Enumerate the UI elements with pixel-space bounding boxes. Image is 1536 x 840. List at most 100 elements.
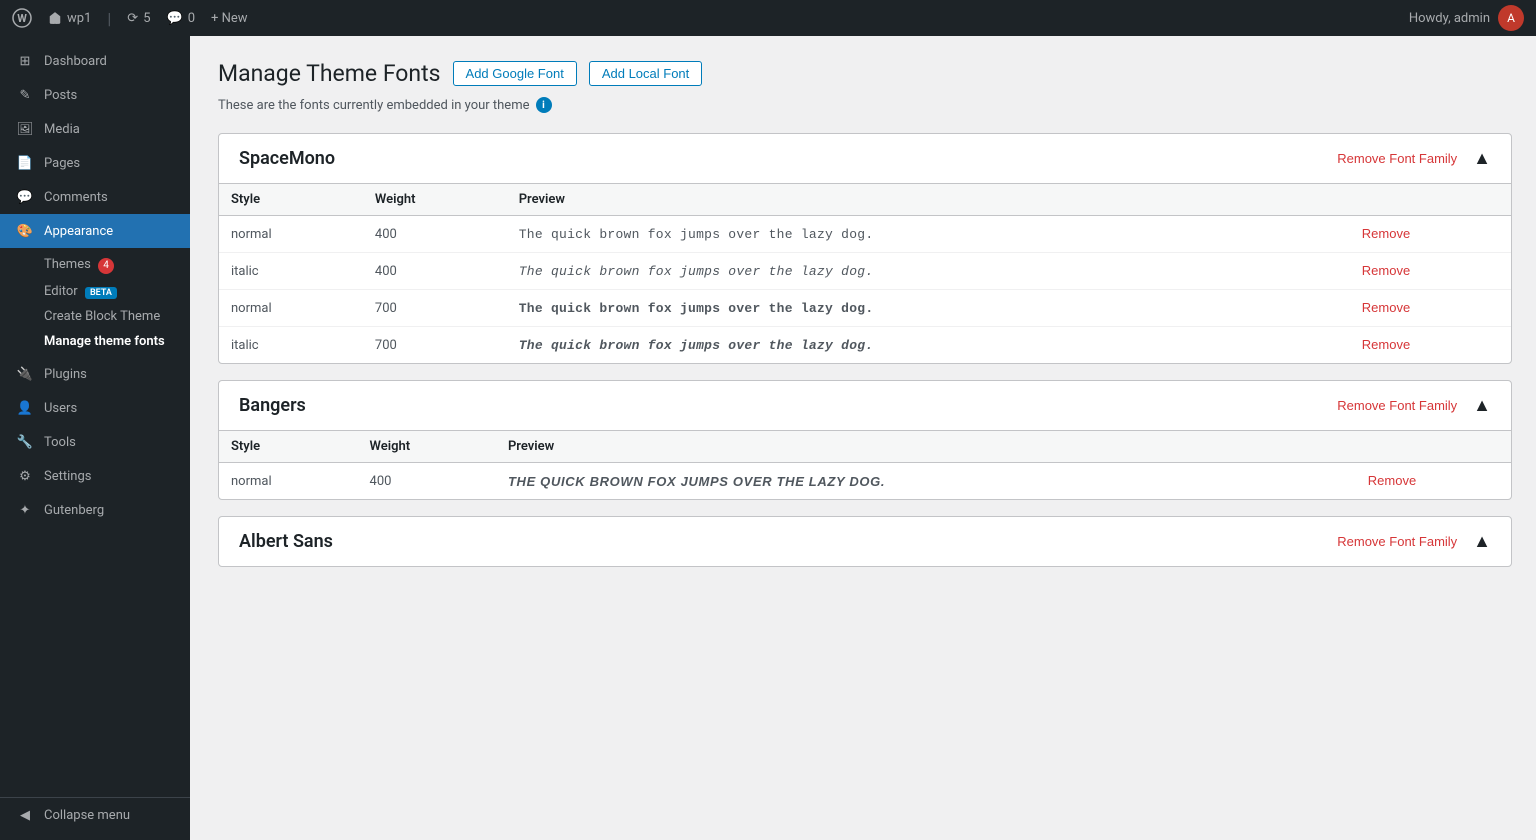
sidebar-item-manage-theme-fonts[interactable]: Manage theme fonts [0,329,190,354]
preview-cell: The quick brown fox jumps over the lazy … [507,290,1350,327]
weight-cell: 400 [358,463,496,500]
sidebar-item-gutenberg[interactable]: ✦ Gutenberg [0,494,190,528]
table-row: normal 700 The quick brown fox jumps ove… [219,290,1511,327]
sidebar-item-create-block-theme[interactable]: Create Block Theme [0,304,190,329]
sidebar-item-posts[interactable]: ✎ Posts [0,78,190,112]
style-cell: normal [219,290,363,327]
gutenberg-icon: ✦ [16,502,34,520]
tools-icon: 🔧 [16,434,34,452]
sidebar-item-users[interactable]: 👤 Users [0,392,190,426]
table-row: italic 400 The quick brown fox jumps ove… [219,253,1511,290]
sidebar-item-plugins[interactable]: 🔌 Plugins [0,358,190,392]
remove-variant-button[interactable]: Remove [1362,337,1410,352]
sidebar-item-editor[interactable]: Editor beta [0,279,190,304]
font-card-actions-albert-sans: Remove Font Family ▲ [1337,531,1491,552]
font-table-spacemono: Style Weight Preview normal 400 The quic… [219,183,1511,363]
topbar-right: Howdy, admin A [1409,5,1524,31]
remove-font-family-bangers-button[interactable]: Remove Font Family [1337,398,1457,413]
style-cell: italic [219,327,363,364]
font-card-actions-spacemono: Remove Font Family ▲ [1337,148,1491,169]
font-card-actions-bangers: Remove Font Family ▲ [1337,395,1491,416]
topbar: W wp1 | ⟳ 5 💬 0 + New Howdy, admin A [0,0,1536,36]
sidebar-item-dashboard[interactable]: ⊞ Dashboard [0,44,190,78]
weight-cell: 400 [363,216,507,253]
remove-variant-button[interactable]: Remove [1362,226,1410,241]
preview-cell: THE QUICK BROWN FOX JUMPS OVER THE LAZY … [496,463,1356,500]
col-preview-bangers: Preview [496,431,1356,463]
comments-icon: 💬 [16,188,34,206]
collapse-bangers-button[interactable]: ▲ [1473,395,1491,416]
appearance-submenu: Themes 4 Editor beta Create Block Theme … [0,248,190,358]
appearance-icon: 🎨 [16,222,34,240]
collapse-albert-sans-button[interactable]: ▲ [1473,531,1491,552]
weight-cell: 400 [363,253,507,290]
main-content: Manage Theme Fonts Add Google Font Add L… [190,36,1536,840]
font-family-name-albert-sans: Albert Sans [239,531,333,552]
plugins-icon: 🔌 [16,366,34,384]
col-preview-spacemono: Preview [507,184,1350,216]
sidebar-item-tools[interactable]: 🔧 Tools [0,426,190,460]
font-family-name-spacemono: SpaceMono [239,148,335,169]
col-style-bangers: Style [219,431,358,463]
table-row: normal 400 THE QUICK BROWN FOX JUMPS OVE… [219,463,1511,500]
howdy-text: Howdy, admin [1409,11,1490,26]
posts-icon: ✎ [16,86,34,104]
settings-icon: ⚙ [16,468,34,486]
sidebar-item-themes[interactable]: Themes 4 [0,252,190,279]
sidebar-item-settings[interactable]: ⚙ Settings [0,460,190,494]
style-cell: normal [219,463,358,500]
users-icon: 👤 [16,400,34,418]
style-cell: normal [219,216,363,253]
weight-cell: 700 [363,327,507,364]
svg-text:W: W [17,12,27,25]
preview-cell: The quick brown fox jumps over the lazy … [507,327,1350,364]
font-card-header-spacemono: SpaceMono Remove Font Family ▲ [219,134,1511,183]
site-name[interactable]: wp1 [48,11,91,26]
themes-badge: 4 [98,258,114,274]
preview-cell: The quick brown fox jumps over the lazy … [507,253,1350,290]
add-local-font-button[interactable]: Add Local Font [589,61,702,86]
preview-cell: The quick brown fox jumps over the lazy … [507,216,1350,253]
sidebar-bottom: ◀ Collapse menu [0,797,190,832]
font-card-header-bangers: Bangers Remove Font Family ▲ [219,381,1511,430]
collapse-spacemono-button[interactable]: ▲ [1473,148,1491,169]
weight-cell: 700 [363,290,507,327]
col-style-spacemono: Style [219,184,363,216]
add-google-font-button[interactable]: Add Google Font [453,61,577,86]
media-icon: 🖼 [16,120,34,138]
comments-button[interactable]: 💬 0 [167,11,196,26]
remove-font-family-spacemono-button[interactable]: Remove Font Family [1337,151,1457,166]
sidebar-item-pages[interactable]: 📄 Pages [0,146,190,180]
avatar[interactable]: A [1498,5,1524,31]
sidebar-item-media[interactable]: 🖼 Media [0,112,190,146]
editor-beta-badge: beta [85,287,117,299]
font-card-header-albert-sans: Albert Sans Remove Font Family ▲ [219,517,1511,566]
font-card-bangers: Bangers Remove Font Family ▲ Style Weigh… [218,380,1512,500]
dashboard-icon: ⊞ [16,52,34,70]
page-description: These are the fonts currently embedded i… [218,97,1512,113]
style-cell: italic [219,253,363,290]
sidebar-item-appearance[interactable]: 🎨 Appearance [0,214,190,248]
font-card-albert-sans: Albert Sans Remove Font Family ▲ [218,516,1512,567]
page-header: Manage Theme Fonts Add Google Font Add L… [218,60,1512,87]
col-weight-spacemono: Weight [363,184,507,216]
info-icon[interactable]: i [536,97,552,113]
remove-font-family-albert-sans-button[interactable]: Remove Font Family [1337,534,1457,549]
font-family-name-bangers: Bangers [239,395,306,416]
pages-icon: 📄 [16,154,34,172]
collapse-icon: ◀ [16,806,34,824]
wp-logo-icon[interactable]: W [12,8,32,28]
remove-variant-button[interactable]: Remove [1362,300,1410,315]
new-content-button[interactable]: + New [211,11,248,26]
updates-button[interactable]: ⟳ 5 [127,11,150,26]
collapse-menu-button[interactable]: ◀ Collapse menu [0,798,190,832]
font-table-bangers: Style Weight Preview normal 400 THE QUIC… [219,430,1511,499]
font-card-spacemono: SpaceMono Remove Font Family ▲ Style Wei… [218,133,1512,364]
col-weight-bangers: Weight [358,431,496,463]
page-title: Manage Theme Fonts [218,60,441,87]
sidebar: ⊞ Dashboard ✎ Posts 🖼 Media 📄 Pages 💬 Co… [0,36,190,840]
remove-variant-button[interactable]: Remove [1368,473,1416,488]
remove-variant-button[interactable]: Remove [1362,263,1410,278]
sidebar-item-comments[interactable]: 💬 Comments [0,180,190,214]
table-row: normal 400 The quick brown fox jumps ove… [219,216,1511,253]
